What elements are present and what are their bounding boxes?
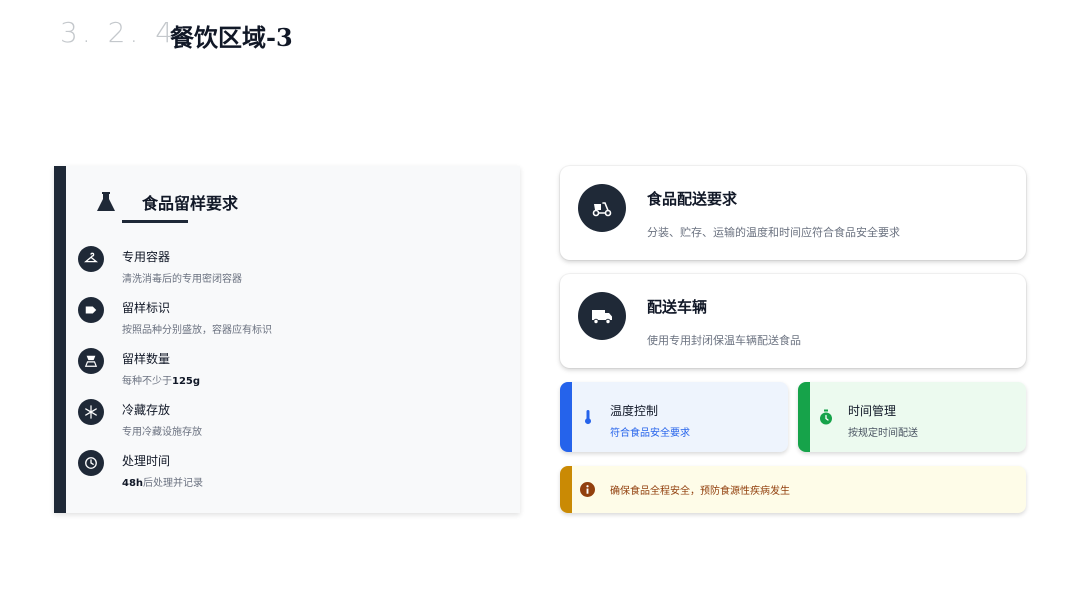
accent-bar xyxy=(560,466,572,513)
item-title: 留样数量 xyxy=(122,352,171,366)
hanger-icon xyxy=(78,246,104,272)
item-title: 专用容器 xyxy=(122,250,171,264)
page-title: 餐饮区域-3 xyxy=(170,23,293,52)
tag-icon xyxy=(78,297,104,323)
temperature-desc: 符合食品安全要求 xyxy=(610,428,690,439)
time-card: 时间管理 按规定时间配送 xyxy=(798,382,1026,452)
vehicle-desc: 使用专用封闭保温车辆配送食品 xyxy=(647,334,801,347)
stopwatch-icon xyxy=(820,409,832,425)
title-underline xyxy=(122,220,188,223)
notice-text: 确保食品全程安全，预防食源性疾病发生 xyxy=(610,486,790,497)
section-number: 3. 2. 4 xyxy=(60,16,178,49)
item-desc: 每种不少于125g xyxy=(122,376,201,387)
item-desc: 清洗消毒后的专用密闭容器 xyxy=(122,274,242,285)
vehicle-card: 配送车辆 使用专用封闭保温车辆配送食品 xyxy=(560,274,1026,368)
item-title: 留样标识 xyxy=(122,301,171,315)
sampling-panel: 食品留样要求 专用容器 清洗消毒后的专用密闭容器 留样标识 按照品种分别盛放，容… xyxy=(54,166,520,513)
flask-icon xyxy=(97,192,115,211)
sampling-title: 食品留样要求 xyxy=(142,194,239,213)
temperature-title: 温度控制 xyxy=(610,404,659,418)
list-item: 处理时间 48h后处理并记录 xyxy=(78,450,498,496)
delivery-title: 食品配送要求 xyxy=(647,190,738,208)
thermometer-icon xyxy=(585,410,591,425)
vehicle-title: 配送车辆 xyxy=(647,298,708,316)
time-title: 时间管理 xyxy=(848,404,897,418)
accent-bar xyxy=(560,382,572,452)
scooter-icon xyxy=(578,184,626,232)
item-desc: 按照品种分别盛放，容器应有标识 xyxy=(122,325,272,336)
list-item: 专用容器 清洗消毒后的专用密闭容器 xyxy=(78,246,498,292)
delivery-desc: 分装、贮存、运输的温度和时间应符合食品安全要求 xyxy=(647,226,900,239)
list-item: 留样数量 每种不少于125g xyxy=(78,348,498,394)
snowflake-icon xyxy=(78,399,104,425)
notice-bar: 确保食品全程安全，预防食源性疾病发生 xyxy=(560,466,1026,513)
item-title: 冷藏存放 xyxy=(122,403,171,417)
accent-bar xyxy=(798,382,810,452)
scale-icon xyxy=(78,348,104,374)
item-title: 处理时间 xyxy=(122,454,171,468)
truck-icon xyxy=(578,292,626,340)
clock-icon xyxy=(78,450,104,476)
list-item: 冷藏存放 专用冷藏设施存放 xyxy=(78,399,498,445)
temperature-card: 温度控制 符合食品安全要求 xyxy=(560,382,788,452)
delivery-card: 食品配送要求 分装、贮存、运输的温度和时间应符合食品安全要求 xyxy=(560,166,1026,260)
list-item: 留样标识 按照品种分别盛放，容器应有标识 xyxy=(78,297,498,343)
info-icon xyxy=(580,482,595,497)
time-desc: 按规定时间配送 xyxy=(848,428,918,439)
item-desc: 48h后处理并记录 xyxy=(122,478,204,489)
item-desc: 专用冷藏设施存放 xyxy=(122,427,202,438)
